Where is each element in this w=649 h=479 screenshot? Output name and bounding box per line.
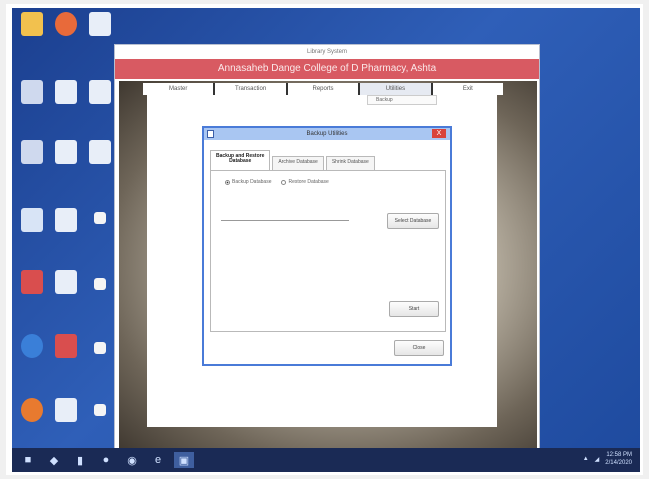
system-tray: ▲ ◢ 12:58 PM 2/14/2020 xyxy=(583,451,632,467)
clock[interactable]: 12:58 PM 2/14/2020 xyxy=(605,451,632,467)
backup-tab-panel: Backup Database Restore Database Select … xyxy=(210,170,446,332)
radio-restore-label: Restore Database xyxy=(288,179,329,185)
windows-start-icon[interactable]: ■ xyxy=(18,452,38,468)
desktop-icon-18[interactable] xyxy=(84,342,116,354)
internet-explorer-icon[interactable]: e xyxy=(148,452,168,468)
desktop-icon-10[interactable] xyxy=(16,208,48,232)
select-database-button[interactable]: Select Database xyxy=(387,213,439,229)
desktop-icon-17[interactable] xyxy=(50,334,82,358)
network-icon[interactable]: ▲ xyxy=(583,456,589,462)
radio-backup-database[interactable]: Backup Database xyxy=(225,179,271,185)
desktop-icon-2[interactable] xyxy=(50,12,82,36)
desktop-icon-9[interactable] xyxy=(84,140,116,164)
radio-unselected-icon xyxy=(281,179,287,185)
app-menubar: Master Transaction Reports Utilities Exi… xyxy=(143,83,503,95)
desktop-icon-12[interactable] xyxy=(84,212,116,224)
menu-transaction[interactable]: Transaction xyxy=(215,83,288,95)
taskbar-app-icon[interactable]: ◆ xyxy=(44,452,64,468)
app-window-title: Library System xyxy=(306,49,347,55)
file-explorer-icon[interactable]: ▮ xyxy=(70,452,90,468)
desktop-icon-14[interactable] xyxy=(50,270,82,294)
desktop-icon-20[interactable] xyxy=(50,398,82,422)
menu-utilities[interactable]: Utilities xyxy=(360,83,433,95)
tab-archive-database[interactable]: Archive Database xyxy=(272,156,324,170)
library-app-taskbar-icon[interactable]: ▣ xyxy=(174,452,194,468)
volume-icon[interactable]: ◢ xyxy=(595,456,600,463)
desktop-icon-7[interactable] xyxy=(16,140,48,164)
menu-exit[interactable]: Exit xyxy=(433,83,503,95)
menu-master[interactable]: Master xyxy=(143,83,216,95)
desktop-icon-6[interactable] xyxy=(84,80,116,104)
desktop-icon-5[interactable] xyxy=(50,80,82,104)
desktop-icon-3[interactable] xyxy=(84,12,116,36)
tab-backup-restore[interactable]: Backup and Restore Database xyxy=(210,150,271,170)
dialog-close-icon[interactable]: X xyxy=(432,129,446,138)
radio-backup-label: Backup Database xyxy=(232,179,272,185)
dialog-title: Backup Utilities xyxy=(306,131,348,137)
dialog-titlebar[interactable]: Backup Utilities X xyxy=(204,128,450,140)
desktop-icon-1[interactable] xyxy=(16,12,48,36)
clock-time: 12:58 PM xyxy=(606,452,632,458)
desktop-icon-19[interactable] xyxy=(16,398,48,422)
radio-selected-icon xyxy=(225,179,230,185)
desktop-icon-11[interactable] xyxy=(50,208,82,232)
desktop-icon-15[interactable] xyxy=(84,278,116,290)
desktop-icon-21[interactable] xyxy=(84,404,116,416)
database-path-field[interactable] xyxy=(221,213,349,221)
firefox-icon[interactable]: ● xyxy=(96,452,116,468)
start-button[interactable]: Start xyxy=(389,301,439,317)
desktop-icon-8[interactable] xyxy=(50,140,82,164)
menu-reports[interactable]: Reports xyxy=(288,83,361,95)
desktop-icon-16[interactable] xyxy=(16,334,48,358)
taskbar: ■ ◆ ▮ ● ◉ e ▣ ▲ ◢ 12:58 PM 2/14/2020 xyxy=(12,448,640,472)
chrome-icon[interactable]: ◉ xyxy=(122,452,142,468)
desktop-icons xyxy=(12,8,122,448)
dialog-tabs: Backup and Restore Database Archive Data… xyxy=(210,150,377,170)
tab-shrink-database[interactable]: Shrink Database xyxy=(325,156,375,170)
college-banner: Annasaheb Dange College of D Pharmacy, A… xyxy=(115,59,539,79)
radio-restore-database[interactable]: Restore Database xyxy=(281,179,329,185)
close-button[interactable]: Close xyxy=(394,340,444,356)
desktop-icon-4[interactable] xyxy=(16,80,48,104)
backup-mode-options: Backup Database Restore Database xyxy=(225,179,329,185)
clock-date: 2/14/2020 xyxy=(605,460,632,466)
desktop-icon-13[interactable] xyxy=(16,270,48,294)
submenu-backup[interactable]: Backup xyxy=(367,95,437,105)
backup-utilities-dialog: Backup Utilities X Backup and Restore Da… xyxy=(202,126,452,366)
